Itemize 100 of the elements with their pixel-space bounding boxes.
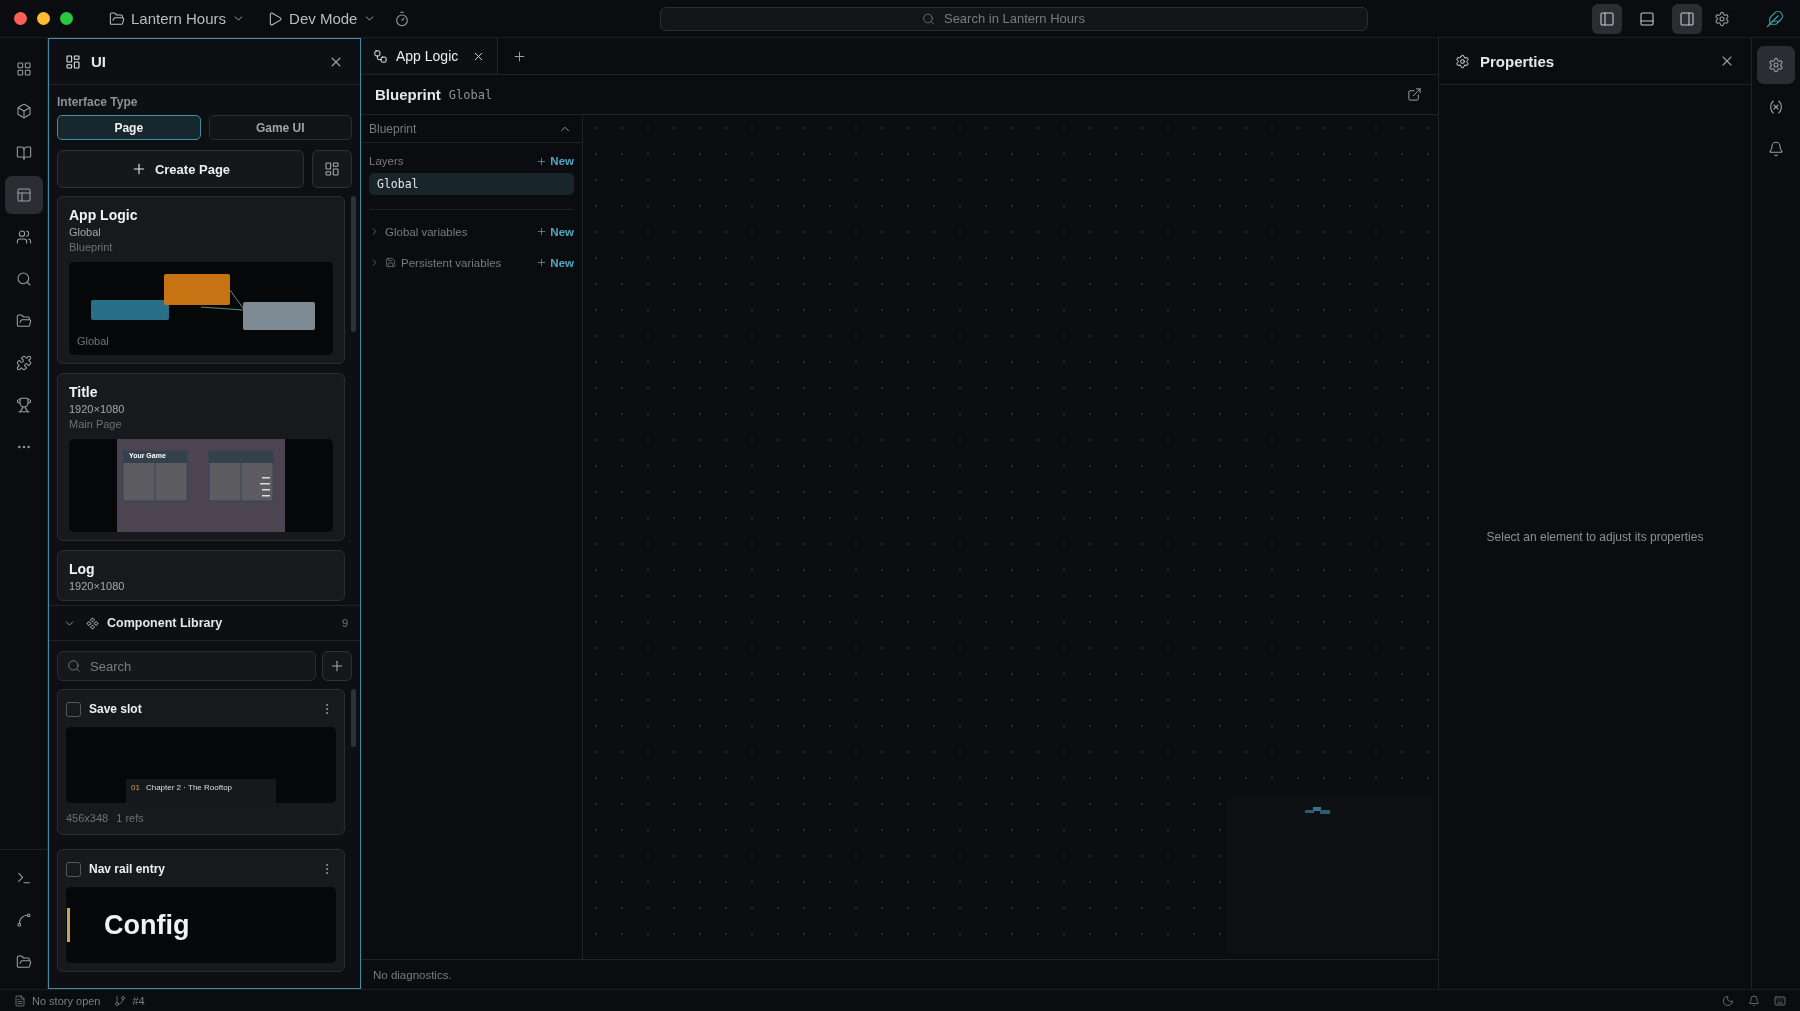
rail-button[interactable] [1757,46,1795,84]
layout-button[interactable] [312,150,352,188]
page-subtitle: 1920×1080 [69,403,126,415]
page-detail: Blueprint [69,241,114,253]
search-field[interactable]: Search [57,651,316,681]
mode-menu[interactable]: Dev Mode [261,6,383,31]
chapter-title: Chapter 2 · The Rooftop [145,783,233,792]
layout-toggle[interactable] [1592,3,1622,34]
component-card[interactable]: Save slot 01 Chapter 2 · The Rooftop 456x348 1 refs [57,689,345,835]
plus-icon [536,155,548,167]
create-page-button[interactable]: Create Page [57,150,304,188]
curve-icon [15,912,32,928]
rail-button[interactable] [4,176,43,214]
bell-icon [1768,141,1784,157]
checkbox[interactable] [66,861,81,877]
story-status: No story open [32,994,101,1007]
layers-label: Layers [369,155,404,167]
branch-status: #4 [132,994,145,1007]
variables-group[interactable]: Global variables [369,225,468,238]
folder-icon [15,313,32,329]
search-field[interactable]: Search in Lantern Hours [660,6,1369,31]
add-button[interactable] [322,651,352,681]
minimize-window-button[interactable] [37,12,50,25]
grid-icon [15,61,32,77]
puzzle-icon [15,355,32,371]
panel-right-icon [1679,10,1695,27]
panel-bottom-icon [1639,10,1655,27]
branch-icon [114,994,127,1007]
component-size: 456x348 [66,812,109,824]
folder-icon [15,954,32,970]
editor-title: Blueprint [375,86,441,103]
accent-bar [67,908,70,942]
page-card[interactable]: Log 1920×1080 [57,550,345,601]
scope-label: Global [448,87,494,102]
component-card[interactable]: Nav rail entry Config [57,849,345,972]
bell-icon [1748,994,1760,1007]
plus-icon [512,48,528,64]
workflow-icon [373,48,388,64]
plus-icon [329,658,345,674]
panel-title: Properties [1480,52,1556,70]
search-icon [67,659,81,673]
component-refs: 1 refs [116,812,144,824]
plus-icon [536,226,548,237]
panel-title: UI [91,53,107,70]
page-title: App Logic [69,207,139,223]
interface-type-tab[interactable]: Page [57,115,201,140]
save-icon [385,257,396,268]
layer-item[interactable]: Global [369,173,574,195]
checkbox[interactable] [66,701,81,717]
preview-label: Global [77,335,109,347]
variables-group[interactable]: Persistent variables [369,256,502,269]
scrollbar[interactable] [351,196,356,332]
interface-type-tab[interactable]: Game UI [208,115,352,140]
layout-icon [65,53,81,70]
page-card[interactable]: App Logic Global Blueprint Global [57,196,345,364]
empty-message: Select an element to adjust its properties [1486,530,1704,544]
page-detail: Main Page [69,418,123,430]
scrollbar[interactable] [351,689,356,747]
document-icon [14,994,26,1007]
open-external-button[interactable] [1405,85,1424,104]
cube-icon [15,103,32,119]
settings-icon [1455,53,1470,69]
page-title: Log [69,561,96,577]
diagnostics-message: No diagnostics. [361,959,1438,989]
plus-icon [536,257,548,268]
close-window-button[interactable] [14,12,27,25]
keyboard-icon [1774,994,1786,1007]
new-link[interactable]: New [536,225,574,238]
settings-icon [1768,57,1784,73]
leaf-icon [1766,9,1784,28]
play-icon [267,10,284,27]
component-name: Save slot [89,702,143,716]
page-title: Title [69,384,99,400]
component-name: Nav rail entry [89,862,167,876]
terminal-icon [15,870,32,886]
page-subtitle: 1920×1080 [69,580,126,592]
search-icon [15,271,32,287]
slot-number: 01 [131,783,140,792]
section-title: Blueprint [369,121,417,136]
users-icon [15,229,32,245]
layout-icon [324,161,340,177]
page-subtitle: Global [69,226,102,238]
component-count: 9 [341,617,348,629]
component-icon [86,616,99,630]
zoom-window-button[interactable] [60,12,73,25]
nav-entry-label: Config [104,909,190,941]
panel-left-icon [1599,10,1615,27]
moon-icon [1722,994,1734,1007]
library-title: Component Library [107,616,224,630]
project-menu[interactable]: Lantern Hours [103,6,252,31]
trophy-icon [15,397,32,413]
external-link-icon [1407,87,1422,102]
timer-icon [394,10,411,27]
new-link[interactable]: New [536,155,574,167]
variable-icon [1768,99,1784,115]
layout-toggle[interactable] [1672,3,1702,34]
settings-icon [1714,10,1730,27]
section-label: Interface Type [56,94,139,111]
new-link[interactable]: New [536,256,574,269]
folder-icon [109,10,125,27]
